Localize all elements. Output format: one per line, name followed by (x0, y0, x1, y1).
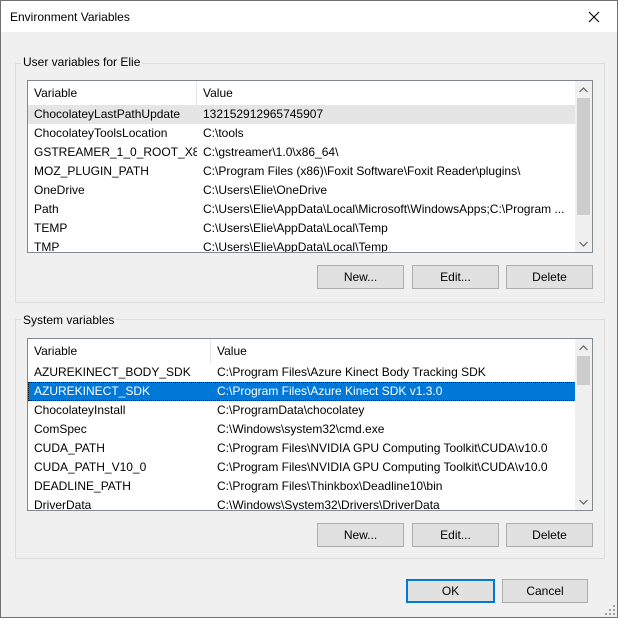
system-list-scrollbar[interactable] (575, 339, 592, 510)
variable-value-cell: C:\ProgramData\chocolatey (217, 403, 365, 417)
variable-name-cell: MOZ_PLUGIN_PATH (34, 164, 149, 178)
table-row[interactable]: AZUREKINECT_BODY_SDK C:\Program Files\Azu… (28, 363, 576, 382)
variable-name-cell: TMP (34, 240, 60, 252)
user-list-rows: ChocolateyLastPathUpdate 1321529129657459… (28, 105, 576, 252)
scroll-down-arrow[interactable] (575, 235, 592, 252)
variable-value-cell: 132152912965745907 (203, 107, 324, 121)
variable-value-cell: C:\Users\Elie\AppData\Local\Temp (203, 221, 388, 235)
user-delete-button[interactable]: Delete (506, 265, 593, 289)
scroll-up-arrow[interactable] (575, 81, 592, 98)
table-row[interactable]: ChocolateyInstall C:\ProgramData\chocolat… (28, 401, 576, 420)
system-list-rows: AZUREKINECT_BODY_SDK C:\Program Files\Azu… (28, 363, 576, 510)
user-variables-label: User variables for Elie (21, 55, 143, 69)
system-new-button[interactable]: New... (317, 523, 404, 547)
chevron-down-icon (579, 241, 588, 247)
user-list-scrollbar[interactable] (575, 81, 592, 252)
variable-name-cell: OneDrive (34, 183, 85, 197)
resize-grip-icon[interactable] (605, 605, 615, 615)
variable-name-cell: ChocolateyInstall (34, 403, 126, 417)
table-row[interactable]: ChocolateyToolsLocation C:\tools (28, 124, 576, 143)
variable-value-cell: C:\Windows\System32\Drivers\DriverData (217, 498, 440, 510)
variable-value-cell: C:\Program Files\Azure Kinect SDK v1.3.0 (217, 384, 443, 398)
column-header-value[interactable]: Value (211, 339, 576, 363)
user-edit-button[interactable]: Edit... (412, 265, 499, 289)
variable-name-cell: GSTREAMER_1_0_ROOT_X86_... (34, 145, 197, 159)
window-title: Environment Variables (10, 10, 130, 24)
table-row[interactable]: ChocolateyLastPathUpdate 1321529129657459… (28, 105, 576, 124)
close-button[interactable] (571, 1, 617, 32)
table-row[interactable]: AZUREKINECT_SDK C:\Program Files\Azure Ki… (28, 382, 576, 401)
table-row[interactable]: Path C:\Users\Elie\AppData\Local\Microsof… (28, 200, 576, 219)
scroll-down-arrow[interactable] (575, 493, 592, 510)
variable-value-cell: C:\tools (203, 126, 244, 140)
variable-value-cell: C:\Program Files (x86)\Foxit Software\Fo… (203, 164, 521, 178)
environment-variables-dialog: Environment Variables User variables for… (0, 0, 618, 618)
table-row[interactable]: MOZ_PLUGIN_PATH C:\Program Files (x86)\Fo… (28, 162, 576, 181)
user-edit-button-label: Edit... (440, 270, 471, 284)
variable-name-cell: AZUREKINECT_BODY_SDK (34, 365, 191, 379)
variable-value-cell: C:\Users\Elie\AppData\Local\Temp (203, 240, 388, 252)
user-variables-list[interactable]: Variable Value ChocolateyLastPathUpdate 1… (27, 80, 593, 253)
variable-name-cell: ChocolateyLastPathUpdate (34, 107, 181, 121)
system-variables-label: System variables (21, 313, 117, 327)
variable-value-cell: C:\Program Files\NVIDIA GPU Computing To… (217, 441, 548, 455)
variable-value-cell: C:\Program Files\Thinkbox\Deadline10\bin (217, 479, 443, 493)
column-header-value[interactable]: Value (197, 81, 576, 105)
chevron-up-icon (579, 344, 588, 350)
variable-name-cell: Path (34, 202, 59, 216)
variable-name-cell: CUDA_PATH_V10_0 (34, 460, 147, 474)
system-list-header: Variable Value (28, 339, 576, 363)
user-new-button-label: New... (343, 270, 378, 284)
ok-button-label: OK (441, 584, 460, 598)
variable-name-cell: DEADLINE_PATH (34, 479, 131, 493)
variable-value-cell: C:\Program Files\NVIDIA GPU Computing To… (217, 460, 548, 474)
chevron-up-icon (579, 86, 588, 92)
title-bar: Environment Variables (1, 1, 617, 32)
variable-value-cell: C:\Users\Elie\OneDrive (203, 183, 328, 197)
table-row[interactable]: ComSpec C:\Windows\system32\cmd.exe (28, 420, 576, 439)
scroll-thumb[interactable] (577, 98, 590, 215)
system-edit-button[interactable]: Edit... (412, 523, 499, 547)
user-list-header: Variable Value (28, 81, 576, 105)
cancel-button[interactable]: Cancel (502, 579, 588, 603)
variable-value-cell: C:\Windows\system32\cmd.exe (217, 422, 385, 436)
system-delete-button[interactable]: Delete (506, 523, 593, 547)
system-edit-button-label: Edit... (440, 528, 471, 542)
system-delete-button-label: Delete (532, 528, 567, 542)
table-row[interactable]: DEADLINE_PATH C:\Program Files\Thinkbox\D… (28, 477, 576, 496)
variable-value-cell: C:\Program Files\Azure Kinect Body Track… (217, 365, 486, 379)
chevron-down-icon (579, 499, 588, 505)
table-row[interactable]: DriverData C:\Windows\System32\Drivers\Dr… (28, 496, 576, 510)
variable-name-cell: ChocolateyToolsLocation (34, 126, 168, 140)
cancel-button-label: Cancel (526, 584, 564, 598)
scroll-thumb[interactable] (577, 356, 590, 385)
scroll-up-arrow[interactable] (575, 339, 592, 356)
system-variables-list[interactable]: Variable Value AZUREKINECT_BODY_SDK C:\Pr… (27, 338, 593, 511)
variable-value-cell: C:\Users\Elie\AppData\Local\Microsoft\Wi… (203, 202, 565, 216)
column-header-variable[interactable]: Variable (28, 339, 211, 363)
table-row[interactable]: OneDrive C:\Users\Elie\OneDrive (28, 181, 576, 200)
variable-name-cell: CUDA_PATH (34, 441, 105, 455)
variable-name-cell: DriverData (34, 498, 92, 510)
table-row[interactable]: CUDA_PATH C:\Program Files\NVIDIA GPU Com… (28, 439, 576, 458)
variable-value-cell: C:\gstreamer\1.0\x86_64\ (203, 145, 339, 159)
user-delete-button-label: Delete (532, 270, 567, 284)
user-new-button[interactable]: New... (317, 265, 404, 289)
close-icon (588, 11, 600, 22)
variable-name-cell: AZUREKINECT_SDK (34, 384, 151, 398)
ok-button[interactable]: OK (406, 579, 495, 603)
column-header-variable[interactable]: Variable (28, 81, 197, 105)
system-new-button-label: New... (343, 528, 378, 542)
table-row[interactable]: CUDA_PATH_V10_0 C:\Program Files\NVIDIA G… (28, 458, 576, 477)
table-row[interactable]: TMP C:\Users\Elie\AppData\Local\Temp (28, 238, 576, 252)
table-row[interactable]: TEMP C:\Users\Elie\AppData\Local\Temp (28, 219, 576, 238)
variable-name-cell: ComSpec (34, 422, 87, 436)
table-row[interactable]: GSTREAMER_1_0_ROOT_X86_... C:\gstreamer\1… (28, 143, 576, 162)
variable-name-cell: TEMP (34, 221, 68, 235)
